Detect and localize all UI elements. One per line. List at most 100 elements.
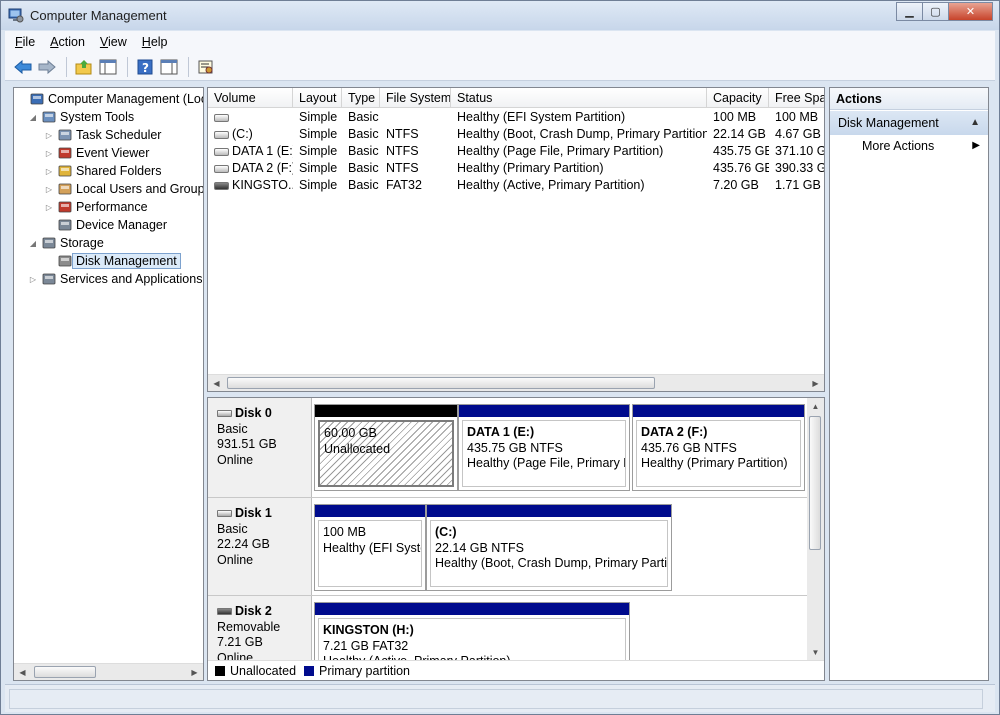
tree-item[interactable]: ▷ Performance: [44, 198, 148, 216]
show-hide-action-pane-button[interactable]: [158, 56, 180, 78]
partition-status: Healthy (EFI Syster: [323, 540, 422, 555]
tree-item[interactable]: Computer Management (Local: [16, 90, 203, 108]
computer-management-icon: [8, 8, 24, 23]
expand-arrow-icon[interactable]: ▷: [44, 167, 54, 176]
partition-status: Healthy (Primary Partition): [641, 456, 788, 470]
more-actions-label: More Actions: [862, 139, 935, 153]
column-header[interactable]: Free Spac: [769, 88, 824, 108]
partition-name: KINGSTON (H:): [323, 623, 414, 637]
scroll-thumb[interactable]: [34, 666, 96, 678]
column-header[interactable]: Type: [342, 88, 380, 108]
up-one-level-button[interactable]: [73, 56, 95, 78]
partition-body: DATA 2 (F:) 435.76 GB NTFS Healthy (Primar…: [636, 420, 801, 487]
center-pane: Volume Layout Type File System Status Capacit…: [207, 87, 825, 681]
menu-view[interactable]: View: [100, 35, 127, 49]
table-row[interactable]: DATA 2 (F:) Simple Basic NTFS Healthy (Prima…: [208, 160, 824, 177]
tree-item[interactable]: ▷ Local Users and Groups: [44, 180, 203, 198]
partition-block[interactable]: DATA 2 (F:) 435.76 GB NTFS Healthy (Primar…: [632, 404, 805, 491]
tree-item[interactable]: ◢ Storage: [28, 234, 104, 252]
tree-item[interactable]: ▷ Services and Applications: [28, 270, 203, 288]
tree-item-label: Services and Applications: [60, 272, 203, 286]
legend-label: Primary partition: [319, 663, 411, 678]
partition-size: 435.76 GB NTFS: [641, 440, 737, 455]
properties-button[interactable]: [195, 56, 217, 78]
tree-item[interactable]: ▷ Event Viewer: [44, 144, 150, 162]
show-hide-tree-button[interactable]: [97, 56, 119, 78]
expand-arrow-icon[interactable]: ▷: [44, 185, 54, 194]
tree-item[interactable]: ▷ Task Scheduler: [44, 126, 162, 144]
volume-list-horizontal-scrollbar[interactable]: ◀ ▶: [208, 374, 824, 391]
column-header[interactable]: File System: [380, 88, 451, 108]
column-header[interactable]: Capacity: [707, 88, 769, 108]
tree-item[interactable]: ◢ System Tools: [28, 108, 134, 126]
scroll-left-icon[interactable]: ◀: [208, 375, 225, 391]
scroll-thumb[interactable]: [227, 377, 655, 389]
table-row[interactable]: (C:) Simple Basic NTFS Healthy (Boot, Crash …: [208, 126, 824, 143]
volume-icon: [214, 164, 229, 173]
table-cell-type: Basic: [348, 127, 379, 141]
expand-arrow-icon[interactable]: ▷: [28, 275, 38, 284]
expand-arrow-icon[interactable]: ▷: [44, 131, 54, 140]
column-header[interactable]: Volume: [208, 88, 293, 108]
close-button[interactable]: ✕: [948, 2, 993, 21]
toolbar-separator: [188, 56, 189, 77]
volume-name: DATA 2 (F:): [232, 161, 293, 175]
scroll-thumb[interactable]: [809, 416, 821, 550]
table-row[interactable]: DATA 1 (E:) Simple Basic NTFS Healthy (Page …: [208, 143, 824, 160]
tree-item[interactable]: Device Manager: [44, 216, 167, 234]
back-button[interactable]: [12, 56, 34, 78]
partition-block[interactable]: 100 MB Healthy (EFI Syster: [314, 504, 426, 591]
menu-file[interactable]: File: [15, 35, 35, 49]
shared-folders-icon: [58, 165, 72, 177]
scroll-right-icon[interactable]: ▶: [186, 664, 203, 680]
event-viewer-icon: [58, 147, 72, 159]
scroll-down-icon[interactable]: ▼: [807, 644, 824, 660]
table-cell-status: Healthy (EFI System Partition): [457, 110, 626, 124]
tree-item[interactable]: Disk Management: [44, 252, 181, 270]
actions-section-disk-management[interactable]: Disk Management ▲: [830, 111, 988, 135]
disk-name: Disk 0: [217, 406, 311, 422]
unallocated-region[interactable]: 60.00 GB Unallocated: [314, 404, 458, 491]
tree-horizontal-scrollbar[interactable]: ◀ ▶: [14, 663, 203, 680]
column-header[interactable]: Layout: [293, 88, 342, 108]
maximize-button[interactable]: ▢: [922, 2, 949, 21]
table-cell-fs: NTFS: [386, 127, 419, 141]
disk-legend: Unallocated Primary partition: [208, 660, 824, 680]
disk-info[interactable]: Disk 0 Basic 931.51 GB Online: [208, 398, 312, 497]
partition-block[interactable]: (C:) 22.14 GB NTFS Healthy (Boot, Crash Du…: [426, 504, 672, 591]
table-cell-volume: [208, 109, 293, 126]
table-cell-capacity: 7.20 GB: [713, 178, 759, 192]
disk-name-label: Disk 0: [235, 406, 272, 420]
tree-item[interactable]: ▷ Shared Folders: [44, 162, 162, 180]
table-cell-fs: [380, 109, 451, 126]
disk-info[interactable]: Disk 1 Basic 22.24 GB Online: [208, 498, 312, 595]
disk-kind: Basic: [217, 521, 248, 536]
tree-item-label: Event Viewer: [76, 146, 150, 160]
table-cell-layout: Simple: [299, 110, 338, 124]
more-actions-item[interactable]: More Actions ▶: [830, 135, 988, 157]
disk-map-vertical-scrollbar[interactable]: ▲ ▼: [807, 398, 824, 660]
menu-help[interactable]: Help: [142, 35, 168, 49]
table-row[interactable]: KINGSTO... Simple Basic FAT32 Healthy (Activ…: [208, 177, 824, 194]
scroll-right-icon[interactable]: ▶: [807, 375, 824, 391]
collapse-arrow-icon[interactable]: ◢: [28, 113, 38, 122]
disk-size: 931.51 GB: [217, 437, 277, 451]
scroll-left-icon[interactable]: ◀: [14, 664, 31, 680]
scroll-up-icon[interactable]: ▲: [807, 398, 824, 414]
collapse-arrow-icon[interactable]: ◢: [28, 239, 38, 248]
menu-action[interactable]: Action: [50, 35, 85, 49]
expand-arrow-icon[interactable]: ▷: [44, 149, 54, 158]
console-tree: Computer Management (Local ◢ System Tools ▷…: [13, 87, 204, 681]
table-row[interactable]: Simple Basic Healthy (EFI System Partition…: [208, 109, 824, 126]
forward-button[interactable]: [36, 56, 58, 78]
partition-color-bar: [459, 405, 629, 417]
disk-icon: [217, 608, 232, 616]
help-button[interactable]: ?: [134, 56, 156, 78]
partition-block[interactable]: DATA 1 (E:) 435.75 GB NTFS Healthy (Page F…: [458, 404, 630, 491]
table-cell-volume: (C:): [208, 126, 293, 143]
title-bar: Computer Management ▁ ▢ ✕: [1, 1, 999, 30]
device-manager-icon: [58, 219, 72, 231]
expand-arrow-icon[interactable]: ▷: [44, 203, 54, 212]
column-header[interactable]: Status: [451, 88, 707, 108]
minimize-button[interactable]: ▁: [896, 2, 923, 21]
